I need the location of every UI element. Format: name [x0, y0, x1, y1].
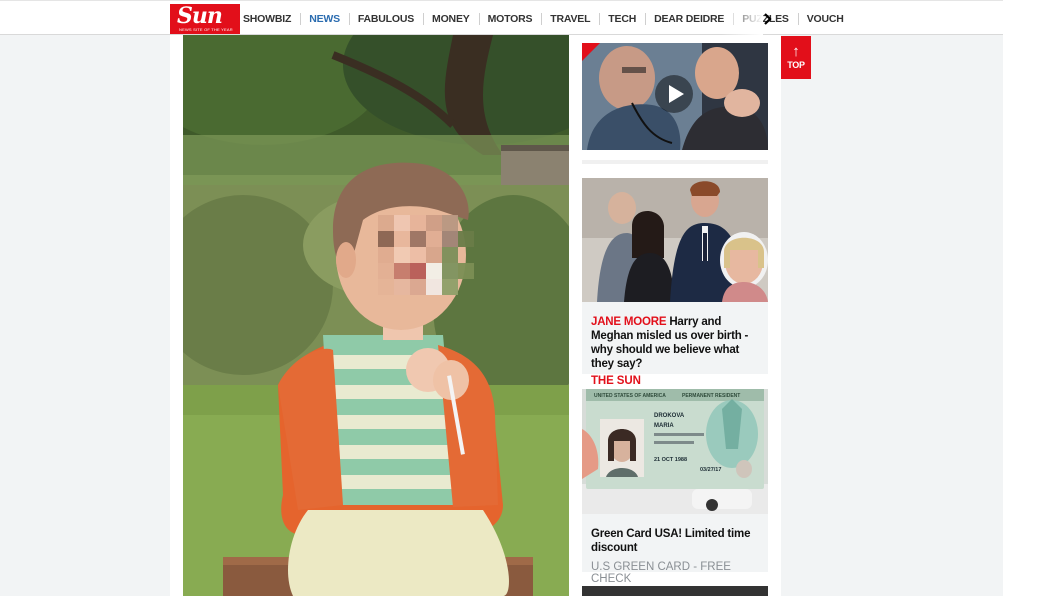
nav-item-fabulous[interactable]: FABULOUS — [350, 12, 425, 25]
card-text-expiry: 03/27/17 — [700, 467, 721, 473]
back-to-top-button[interactable]: ↑ TOP — [781, 36, 811, 79]
top-button-label: TOP — [787, 60, 805, 70]
arrow-up-icon: ↑ — [792, 43, 800, 60]
play-icon[interactable] — [655, 75, 693, 113]
card-text-country: UNITED STATES OF AMERICA — [594, 393, 666, 399]
ad-headline[interactable]: Green Card USA! Limited time discount — [582, 519, 768, 555]
card-text-given-name: MARIA — [654, 423, 674, 429]
logo-tagline: NEWS SITE OF THE YEAR — [179, 27, 233, 32]
nav-item-news[interactable]: NEWS — [301, 12, 350, 25]
hero-photo-illustration — [183, 35, 569, 596]
story-source: THE SUN — [591, 375, 641, 387]
sidebar-next-card[interactable] — [582, 586, 768, 596]
ad-source: U.S GREEN CARD - FREE CHECK — [591, 561, 731, 585]
card-text-surname: DROKOVA — [654, 413, 685, 419]
nav-item-vouchers[interactable]: VOUCH — [799, 13, 853, 25]
page-gutter-left — [0, 35, 170, 596]
logo-name: Sun — [177, 3, 223, 29]
page-gutter-right — [781, 35, 1003, 596]
nav-item-travel[interactable]: TRAVEL — [542, 12, 601, 25]
divider — [582, 160, 768, 164]
sidebar-ad-card[interactable]: UNITED STATES OF AMERICA PERMANENT RESID… — [582, 389, 768, 585]
nav-item-motors[interactable]: MOTORS — [480, 12, 543, 25]
sidebar-video-card[interactable] — [582, 43, 768, 150]
sidebar-story-card[interactable]: JANE MOORE Harry and Meghan misled us ov… — [582, 178, 768, 387]
nav-item-showbiz[interactable]: SHOWBIZ — [243, 12, 302, 25]
top-navigation: Sun NEWS SITE OF THE YEAR SHOWBIZ NEWS F… — [0, 0, 1003, 35]
article-hero-photo[interactable] — [183, 35, 569, 596]
story-thumbnail — [582, 178, 768, 302]
chevron-right-icon[interactable] — [763, 12, 773, 26]
nav-item-tech[interactable]: TECH — [600, 12, 647, 25]
the-sun-logo[interactable]: Sun NEWS SITE OF THE YEAR — [170, 4, 240, 34]
card-text-dob: 21 OCT 1988 — [654, 457, 687, 463]
card-text-type: PERMANENT RESIDENT — [682, 393, 740, 399]
corner-tag — [582, 43, 600, 61]
nav-item-money[interactable]: MONEY — [424, 12, 480, 25]
story-kicker: JANE MOORE — [591, 316, 667, 328]
story-headline[interactable]: JANE MOORE Harry and Meghan misled us ov… — [582, 307, 768, 371]
green-card-thumbnail: UNITED STATES OF AMERICA PERMANENT RESID… — [582, 389, 768, 514]
nav-fade — [720, 2, 763, 35]
